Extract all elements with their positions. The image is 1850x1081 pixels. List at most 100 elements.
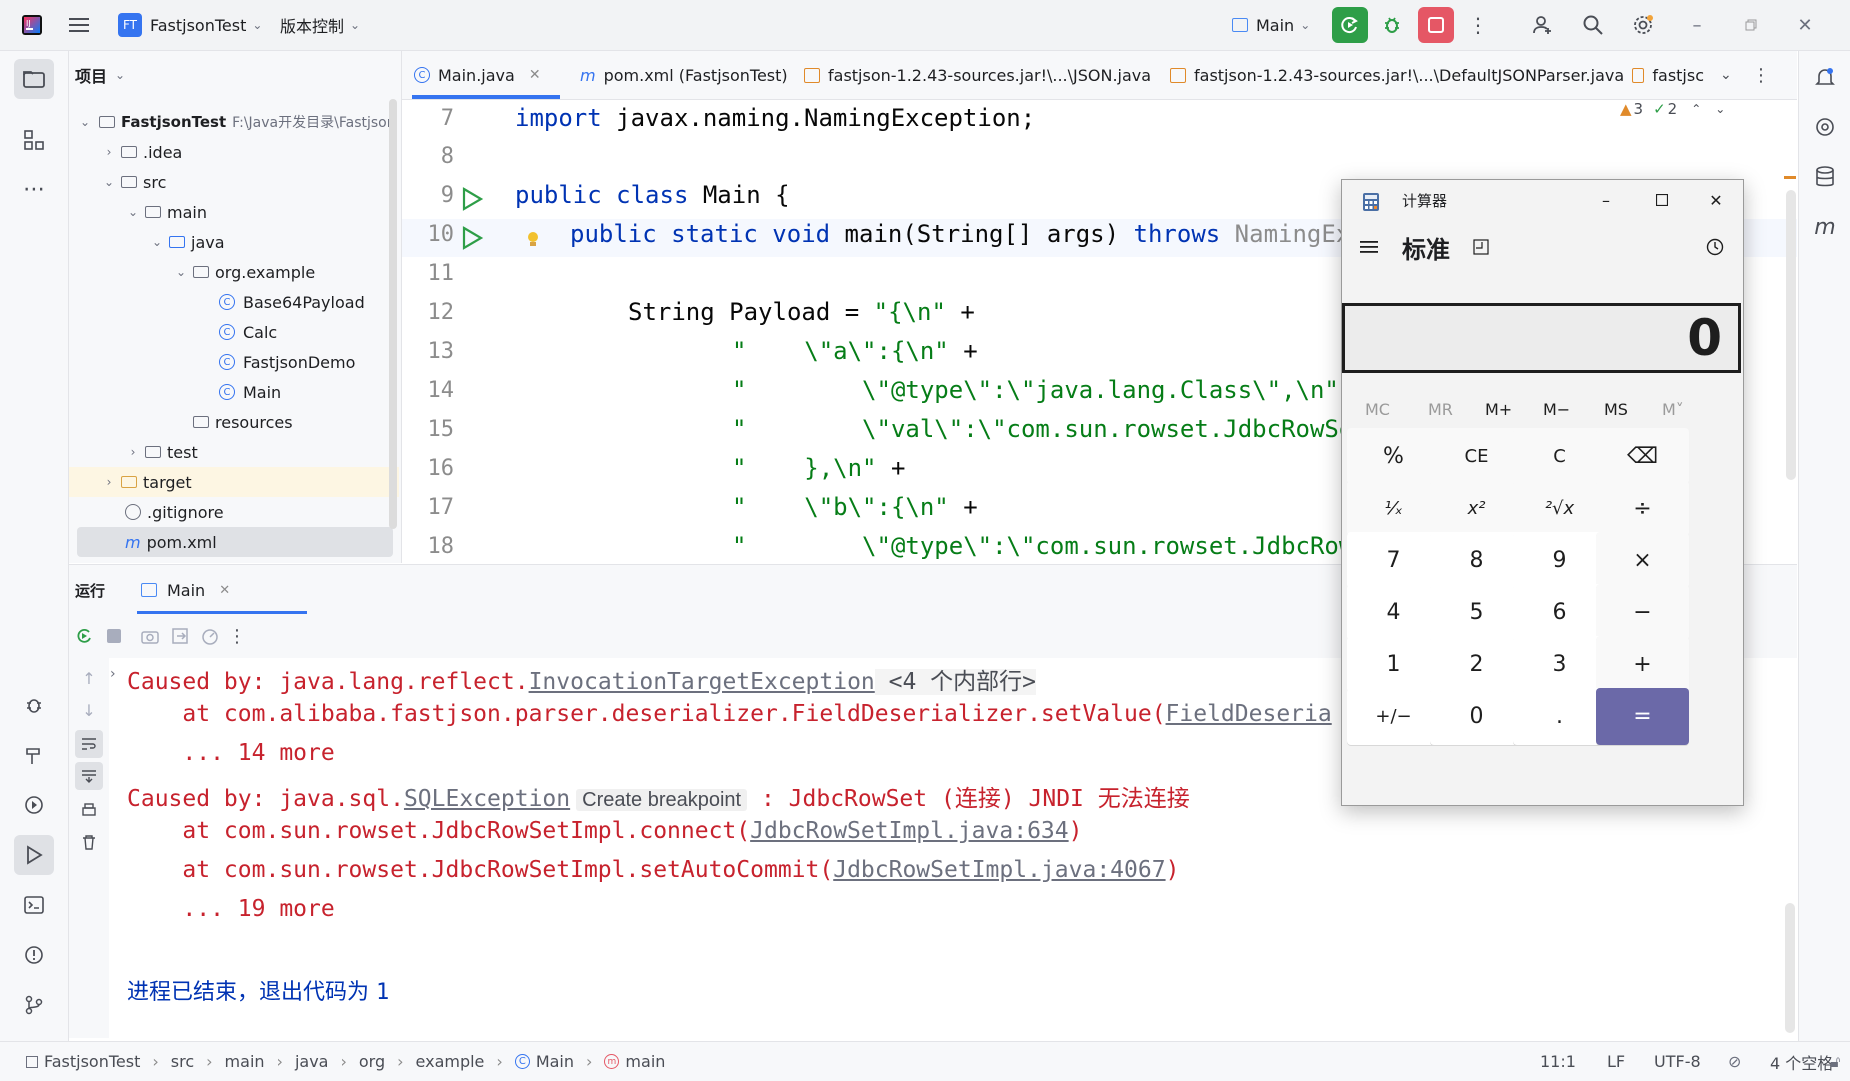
tree-item-src[interactable]: ⌄ src <box>101 167 421 197</box>
tree-root[interactable]: ⌄ FastjsonTest F:\Java开发目录\Fastjson <box>77 107 397 137</box>
breadcrumb-item[interactable]: org <box>359 1052 385 1071</box>
run-tab-main[interactable]: Main ✕ <box>141 565 230 615</box>
negate-button[interactable]: +/− <box>1347 688 1440 745</box>
minimize-window-icon[interactable]: – <box>1684 12 1710 38</box>
tree-item-target[interactable]: › target <box>69 467 399 497</box>
lock-icon[interactable]: 🔓︎ <box>1830 1042 1840 1081</box>
equals-button[interactable]: = <box>1596 688 1689 745</box>
editor-scrollbar[interactable] <box>1786 190 1796 480</box>
maven-icon[interactable]: m <box>1811 213 1839 241</box>
file-encoding[interactable]: UTF-8 <box>1654 1042 1701 1081</box>
digit-3-button[interactable]: 3 <box>1513 636 1606 693</box>
memory-store-button[interactable]: MS <box>1604 400 1628 419</box>
tab-json-java[interactable]: fastjson-1.2.43-sources.jar!\...\JSON.ja… <box>804 51 1151 99</box>
rerun-button[interactable] <box>1332 7 1368 43</box>
print-icon[interactable] <box>75 796 103 824</box>
add-user-icon[interactable] <box>1530 12 1556 38</box>
calc-minimize-icon[interactable]: – <box>1582 184 1630 216</box>
digit-7-button[interactable]: 7 <box>1347 532 1440 589</box>
history-icon[interactable] <box>1702 234 1728 260</box>
clear-button[interactable]: C <box>1513 428 1606 485</box>
digit-4-button[interactable]: 4 <box>1347 584 1440 641</box>
decimal-button[interactable]: . <box>1513 688 1606 745</box>
run-config-selector[interactable]: Main ⌄ <box>1232 0 1310 50</box>
project-scrollbar[interactable] <box>389 99 397 529</box>
run-gutter-icon[interactable] <box>460 187 484 215</box>
arrow-up-icon[interactable]: ↑ <box>75 664 103 692</box>
add-button[interactable]: + <box>1596 636 1689 693</box>
keep-on-top-icon[interactable] <box>1468 234 1494 260</box>
reciprocal-button[interactable]: ¹⁄ₓ <box>1347 480 1440 537</box>
export-icon[interactable] <box>165 622 195 650</box>
terminal-tool-button[interactable] <box>14 885 54 925</box>
breadcrumb-item[interactable]: Main <box>536 1052 574 1071</box>
tab-fastjson-more[interactable]: fastjsc <box>1632 51 1704 99</box>
chevron-right-icon[interactable]: › <box>110 666 116 682</box>
services-tool-button[interactable] <box>14 785 54 825</box>
more-tools-icon[interactable]: ⋯ <box>14 169 54 209</box>
breadcrumb-item[interactable]: src <box>171 1052 194 1071</box>
git-tool-button[interactable] <box>14 985 54 1025</box>
calc-nav-menu-icon[interactable] <box>1356 234 1382 260</box>
no-inspection-icon[interactable]: ⊘ <box>1728 1042 1741 1081</box>
tabs-dropdown-icon[interactable]: ⌄ <box>1720 51 1732 99</box>
memory-list-button[interactable]: M˅ <box>1662 400 1684 419</box>
digit-2-button[interactable]: 2 <box>1430 636 1523 693</box>
breadcrumb-item[interactable]: main <box>225 1052 265 1071</box>
digit-9-button[interactable]: 9 <box>1513 532 1606 589</box>
soft-wrap-icon[interactable] <box>75 730 103 758</box>
close-tab-icon[interactable]: ✕ <box>219 583 230 598</box>
memory-recall-button[interactable]: MR <box>1428 400 1453 419</box>
breadcrumb-item[interactable]: FastjsonTest <box>44 1052 140 1071</box>
subtract-button[interactable]: − <box>1596 584 1689 641</box>
calc-maximize-icon[interactable] <box>1638 184 1686 216</box>
lightbulb-icon[interactable] <box>526 231 540 253</box>
settings-gear-icon[interactable] <box>1630 12 1656 38</box>
coverage-icon[interactable] <box>195 622 225 650</box>
digit-8-button[interactable]: 8 <box>1430 532 1523 589</box>
database-icon[interactable] <box>1811 163 1839 191</box>
run-tool-button[interactable] <box>14 835 54 875</box>
backspace-button[interactable]: ⌫ <box>1596 428 1689 485</box>
clear-entry-button[interactable]: CE <box>1430 428 1523 485</box>
notifications-bell-icon[interactable] <box>1811 63 1839 91</box>
chevron-down-icon[interactable]: ⌄ <box>1715 102 1725 116</box>
search-icon[interactable] <box>1580 12 1606 38</box>
restore-window-icon[interactable] <box>1738 12 1764 38</box>
more-actions-icon[interactable]: ⋮ <box>227 622 247 650</box>
run-gutter-icon[interactable] <box>460 226 484 254</box>
breadcrumb-item[interactable]: java <box>295 1052 329 1071</box>
line-separator[interactable]: LF <box>1607 1042 1625 1081</box>
square-root-button[interactable]: ²√x <box>1513 480 1606 537</box>
multiply-button[interactable]: × <box>1596 532 1689 589</box>
camera-icon[interactable] <box>135 622 165 650</box>
console-scrollbar[interactable] <box>1785 903 1795 1033</box>
digit-6-button[interactable]: 6 <box>1513 584 1606 641</box>
ai-assistant-icon[interactable] <box>1811 113 1839 141</box>
memory-add-button[interactable]: M+ <box>1485 400 1512 419</box>
trash-icon[interactable] <box>75 828 103 856</box>
close-window-icon[interactable]: ✕ <box>1792 12 1818 38</box>
project-selector[interactable]: FT FastjsonTest ⌄ <box>118 0 262 50</box>
digit-5-button[interactable]: 5 <box>1430 584 1523 641</box>
breadcrumb-item[interactable]: main <box>625 1052 665 1071</box>
percent-button[interactable]: % <box>1347 428 1440 485</box>
tree-item-pom-xml[interactable]: m pom.xml <box>77 527 393 557</box>
tree-item-idea[interactable]: › .idea <box>101 137 421 167</box>
digit-0-button[interactable]: 0 <box>1430 688 1523 745</box>
close-tab-icon[interactable]: ✕ <box>529 67 541 83</box>
chevron-up-icon[interactable]: ⌃ <box>1691 102 1701 116</box>
indent-setting[interactable]: 4 个空格 <box>1770 1042 1833 1081</box>
more-actions-icon[interactable]: ⋮ <box>1468 12 1488 38</box>
warning-stripe-marker[interactable] <box>1784 176 1796 179</box>
tree-item-test[interactable]: › test <box>125 437 445 467</box>
main-menu-icon[interactable] <box>66 12 92 38</box>
caret-position[interactable]: 11:1 <box>1540 1042 1576 1081</box>
stop-button[interactable] <box>1418 7 1454 43</box>
tree-item-gitignore[interactable]: .gitignore <box>125 497 445 527</box>
build-tool-button[interactable] <box>14 735 54 775</box>
scroll-to-end-icon[interactable] <box>75 762 103 790</box>
tab-defaultjsonparser-java[interactable]: fastjson-1.2.43-sources.jar!\...\Default… <box>1170 51 1624 99</box>
debug-button[interactable] <box>1377 10 1407 40</box>
stop-icon[interactable] <box>99 622 129 650</box>
